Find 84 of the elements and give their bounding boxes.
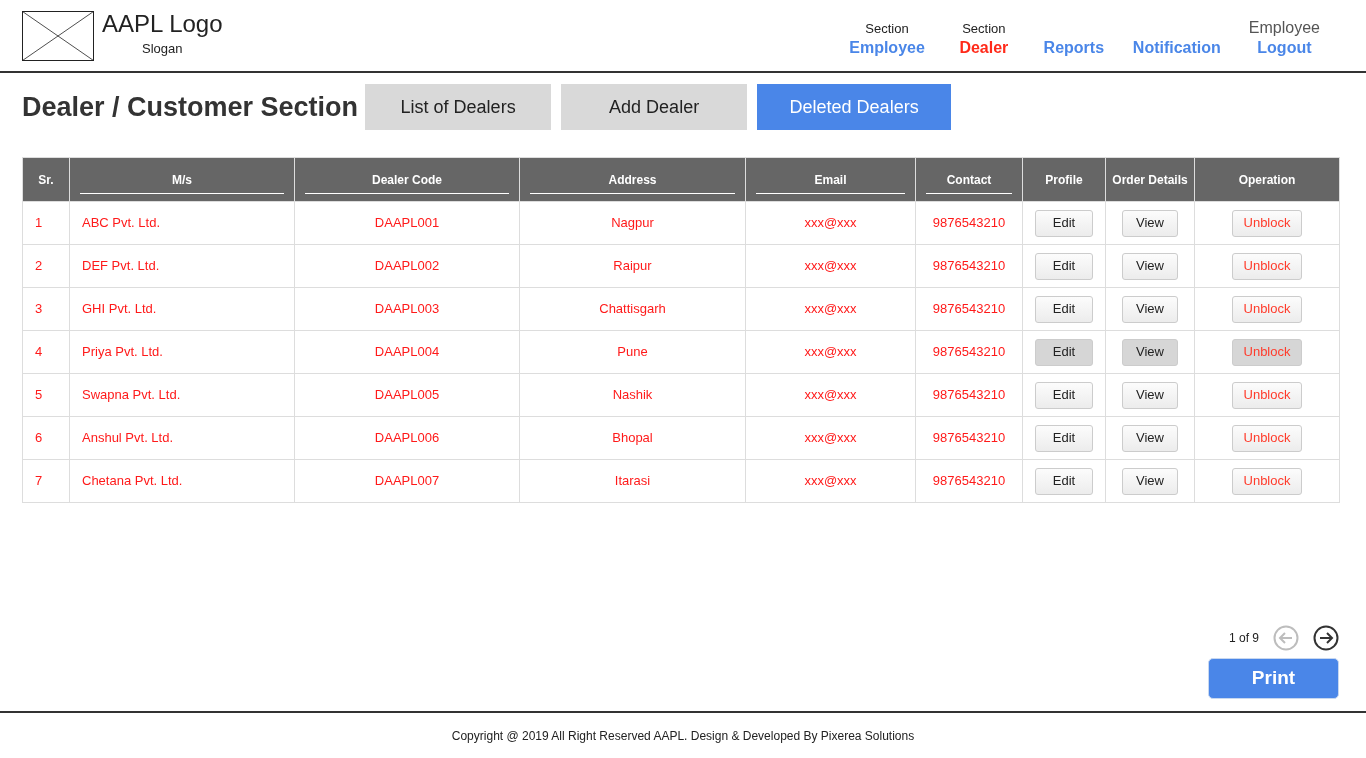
slogan: Slogan [142, 39, 183, 58]
table-cell: 4 [22, 330, 70, 374]
logo-title: AAPL Logo [102, 8, 223, 39]
table-cell: DAAPL001 [294, 201, 520, 245]
table-cell: DAAPL007 [294, 459, 520, 503]
table-cell: ABC Pvt. Ltd. [69, 201, 295, 245]
column-header: M/s [172, 172, 192, 188]
nav-link[interactable]: Notification [1132, 37, 1221, 58]
section-tab[interactable]: Deleted Dealers [757, 84, 952, 130]
edit-button[interactable]: Edit [1035, 295, 1093, 323]
nav-link[interactable]: Employee [849, 37, 925, 58]
column-header: Profile [1045, 172, 1083, 188]
column-header: Operation [1238, 172, 1296, 188]
column-header: Contact [946, 172, 992, 188]
edit-button[interactable]: Edit [1035, 381, 1093, 409]
table-cell: Itarasi [519, 459, 746, 503]
table-cell: 9876543210 [915, 287, 1023, 331]
view-button[interactable]: View [1122, 252, 1178, 280]
table-cell: 7 [22, 459, 70, 503]
column-header: Email [814, 172, 847, 188]
view-button[interactable]: View [1122, 381, 1178, 409]
table-cell: Nashik [519, 373, 746, 417]
page-indicator: 1 of 9 [1228, 630, 1259, 647]
view-button[interactable]: View [1122, 209, 1178, 237]
table-cell: xxx@xxx [745, 459, 916, 503]
table-cell: 9876543210 [915, 416, 1023, 460]
table-cell: Nagpur [519, 201, 746, 245]
table-cell: Bhopal [519, 416, 746, 460]
edit-button[interactable]: Edit [1035, 424, 1093, 452]
column-header: Address [608, 172, 657, 188]
logout-link[interactable]: Logout [1257, 37, 1312, 58]
column-header: Order Details [1112, 172, 1188, 188]
user-name: Employee [1248, 17, 1320, 38]
table-cell: DAAPL005 [294, 373, 520, 417]
table-cell: xxx@xxx [745, 373, 916, 417]
edit-button[interactable]: Edit [1035, 467, 1093, 495]
table-cell: 9876543210 [915, 459, 1023, 503]
table-cell: 9876543210 [915, 244, 1023, 288]
table-cell: 5 [22, 373, 70, 417]
view-button[interactable]: View [1122, 424, 1178, 452]
nav-link[interactable]: Reports [1043, 37, 1105, 58]
table-cell: GHI Pvt. Ltd. [69, 287, 295, 331]
table-cell: DAAPL003 [294, 287, 520, 331]
table-cell: DAAPL006 [294, 416, 520, 460]
table-cell: 9876543210 [915, 201, 1023, 245]
nav-caption: Section [962, 21, 1006, 38]
edit-button[interactable]: Edit [1035, 338, 1093, 366]
nav-caption: Section [865, 21, 909, 38]
table-cell: DEF Pvt. Ltd. [69, 244, 295, 288]
table-cell: Chattisgarh [519, 287, 746, 331]
section-tab[interactable]: Add Dealer [561, 84, 748, 130]
page-title: Dealer / Customer Section [22, 90, 359, 124]
table-cell: 9876543210 [915, 330, 1023, 374]
table-cell: Pune [519, 330, 746, 374]
view-button[interactable]: View [1122, 338, 1178, 366]
next-page-button[interactable] [1313, 625, 1339, 651]
logo-placeholder-icon [22, 10, 94, 61]
table-cell: Swapna Pvt. Ltd. [69, 373, 295, 417]
table-cell: xxx@xxx [745, 287, 916, 331]
column-header: Dealer Code [372, 172, 442, 188]
edit-button[interactable]: Edit [1035, 252, 1093, 280]
table-cell: Chetana Pvt. Ltd. [69, 459, 295, 503]
table-cell: Anshul Pvt. Ltd. [69, 416, 295, 460]
table-cell: xxx@xxx [745, 416, 916, 460]
column-header: Sr. [38, 172, 54, 188]
edit-button[interactable]: Edit [1035, 209, 1093, 237]
table-cell: Raipur [519, 244, 746, 288]
nav-link[interactable]: Dealer [959, 37, 1009, 58]
table-cell: xxx@xxx [745, 244, 916, 288]
copyright-text: Copyright @ 2019 All Right Reserved AAPL. Design & Developed By Pixerea Solutions [451, 727, 915, 745]
table-cell: DAAPL002 [294, 244, 520, 288]
print-button[interactable]: Print [1208, 658, 1339, 699]
view-button[interactable]: View [1122, 467, 1178, 495]
table-cell: xxx@xxx [745, 330, 916, 374]
table-cell: 6 [22, 416, 70, 460]
table-cell: 1 [22, 201, 70, 245]
table-cell: 2 [22, 244, 70, 288]
table-cell: Priya Pvt. Ltd. [69, 330, 295, 374]
table-cell: 3 [22, 287, 70, 331]
table-cell: 9876543210 [915, 373, 1023, 417]
table-cell: DAAPL004 [294, 330, 520, 374]
section-tab[interactable]: List of Dealers [365, 84, 552, 130]
table-cell: xxx@xxx [745, 201, 916, 245]
view-button[interactable]: View [1122, 295, 1178, 323]
